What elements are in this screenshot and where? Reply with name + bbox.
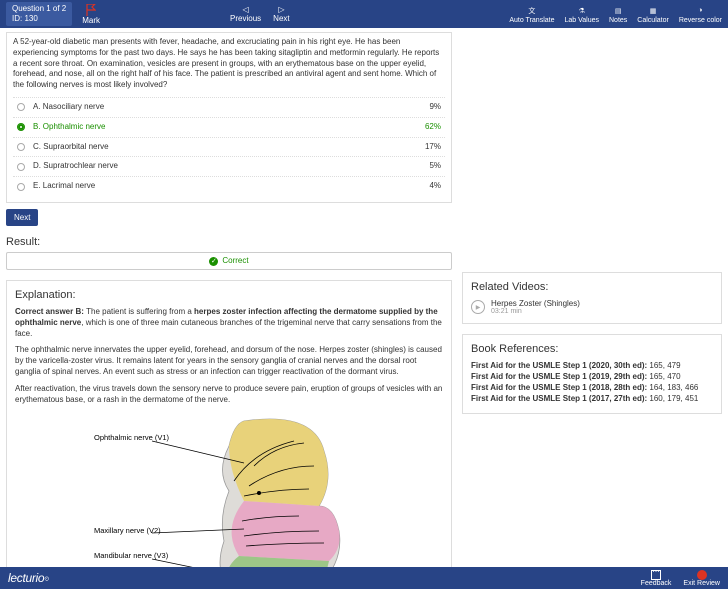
explanation-p3: After reactivation, the virus travels do… <box>15 384 443 406</box>
explanation-p2: The ophthalmic nerve innervates the uppe… <box>15 345 443 377</box>
related-videos-heading: Related Videos: <box>471 281 713 293</box>
mark-button[interactable]: Mark <box>82 4 100 25</box>
diagram-label-v3: Mandibular nerve (V3) <box>94 551 168 560</box>
book-reference: First Aid for the USMLE Step 1 (2020, 30… <box>471 361 713 370</box>
choice-c[interactable]: C. Supraorbital nerve17% <box>13 137 445 157</box>
nav-controls: ◁ Previous ▷ Next <box>230 5 290 23</box>
related-videos-box: Related Videos: ▶ Herpes Zoster (Shingle… <box>462 272 722 324</box>
brand-logo: lecturio⊙ <box>8 571 49 585</box>
radio-icon <box>17 143 25 151</box>
exit-icon <box>697 570 707 580</box>
radio-icon <box>17 123 25 131</box>
diagram-label-v1: Ophthalmic nerve (V1) <box>94 433 169 442</box>
exit-review-button[interactable]: Exit Review <box>683 570 720 587</box>
next-label: Next <box>273 14 289 23</box>
right-tools: 文 Auto Translate ⚗ Lab Values ▤ Notes ▦ … <box>509 5 722 24</box>
choice-d[interactable]: D. Supratrochlear nerve5% <box>13 156 445 176</box>
main-content: A 52-year-old diabetic man presents with… <box>0 28 728 567</box>
bottom-bar: lecturio⊙ Feedback Exit Review <box>0 567 728 589</box>
book-reference: First Aid for the USMLE Step 1 (2019, 29… <box>471 372 713 381</box>
book-reference: First Aid for the USMLE Step 1 (2018, 28… <box>471 383 713 392</box>
play-icon: ▶ <box>471 300 485 314</box>
choice-b[interactable]: B. Ophthalmic nerve62% <box>13 117 445 137</box>
play-circle-icon: ⊙ <box>44 576 49 582</box>
feedback-button[interactable]: Feedback <box>641 570 672 587</box>
mark-label: Mark <box>82 16 100 25</box>
auto-translate-button[interactable]: 文 Auto Translate <box>509 5 554 24</box>
diagram-label-v2: Maxillary nerve (V2) <box>94 526 161 535</box>
flag-icon <box>86 4 96 16</box>
result-status: ✓Correct <box>6 252 452 270</box>
translate-icon: 文 <box>526 5 538 17</box>
notes-icon: ▤ <box>612 5 624 17</box>
radio-icon <box>17 103 25 111</box>
question-id: ID: 130 <box>12 14 66 24</box>
video-title: Herpes Zoster (Shingles) <box>491 299 580 308</box>
related-video-item[interactable]: ▶ Herpes Zoster (Shingles) 03:21 min <box>471 299 713 315</box>
question-counter: Question 1 of 2 ID: 130 <box>6 2 72 25</box>
trigeminal-diagram: Ophthalmic nerve (V1) Maxillary nerve (V… <box>94 411 364 567</box>
previous-label: Previous <box>230 14 261 23</box>
notes-button[interactable]: ▤ Notes <box>609 5 627 24</box>
book-reference: First Aid for the USMLE Step 1 (2017, 27… <box>471 394 713 403</box>
radio-icon <box>17 183 25 191</box>
choice-a[interactable]: A. Nasociliary nerve9% <box>13 97 445 117</box>
answer-choices: A. Nasociliary nerve9% B. Ophthalmic ner… <box>13 97 445 196</box>
previous-button[interactable]: ◁ Previous <box>230 5 261 23</box>
contrast-icon: ◑ <box>694 5 706 17</box>
radio-icon <box>17 163 25 171</box>
next-button[interactable]: Next <box>6 209 38 226</box>
calculator-icon: ▦ <box>647 5 659 17</box>
reverse-color-button[interactable]: ◑ Reverse color <box>679 5 722 24</box>
chevron-left-icon: ◁ <box>243 5 249 14</box>
explanation-heading: Explanation: <box>15 289 443 301</box>
calculator-button[interactable]: ▦ Calculator <box>637 5 669 24</box>
feedback-icon <box>651 570 661 580</box>
choice-e[interactable]: E. Lacrimal nerve4% <box>13 176 445 196</box>
flask-icon: ⚗ <box>576 5 588 17</box>
result-heading: Result: <box>6 236 452 248</box>
question-number: Question 1 of 2 <box>12 4 66 14</box>
question-stem: A 52-year-old diabetic man presents with… <box>13 37 445 91</box>
explanation-box: Explanation: Correct answer B: The patie… <box>6 280 452 567</box>
explanation-p1: Correct answer B: The patient is sufferi… <box>15 307 443 339</box>
question-box: A 52-year-old diabetic man presents with… <box>6 32 452 203</box>
next-nav-button[interactable]: ▷ Next <box>273 5 289 23</box>
book-references-heading: Book References: <box>471 343 713 355</box>
video-duration: 03:21 min <box>491 308 580 315</box>
check-icon: ✓ <box>209 257 218 266</box>
top-toolbar: Question 1 of 2 ID: 130 Mark ◁ Previous … <box>0 0 728 28</box>
chevron-right-icon: ▷ <box>278 5 284 14</box>
lab-values-button[interactable]: ⚗ Lab Values <box>564 5 599 24</box>
book-references-box: Book References: First Aid for the USMLE… <box>462 334 722 414</box>
